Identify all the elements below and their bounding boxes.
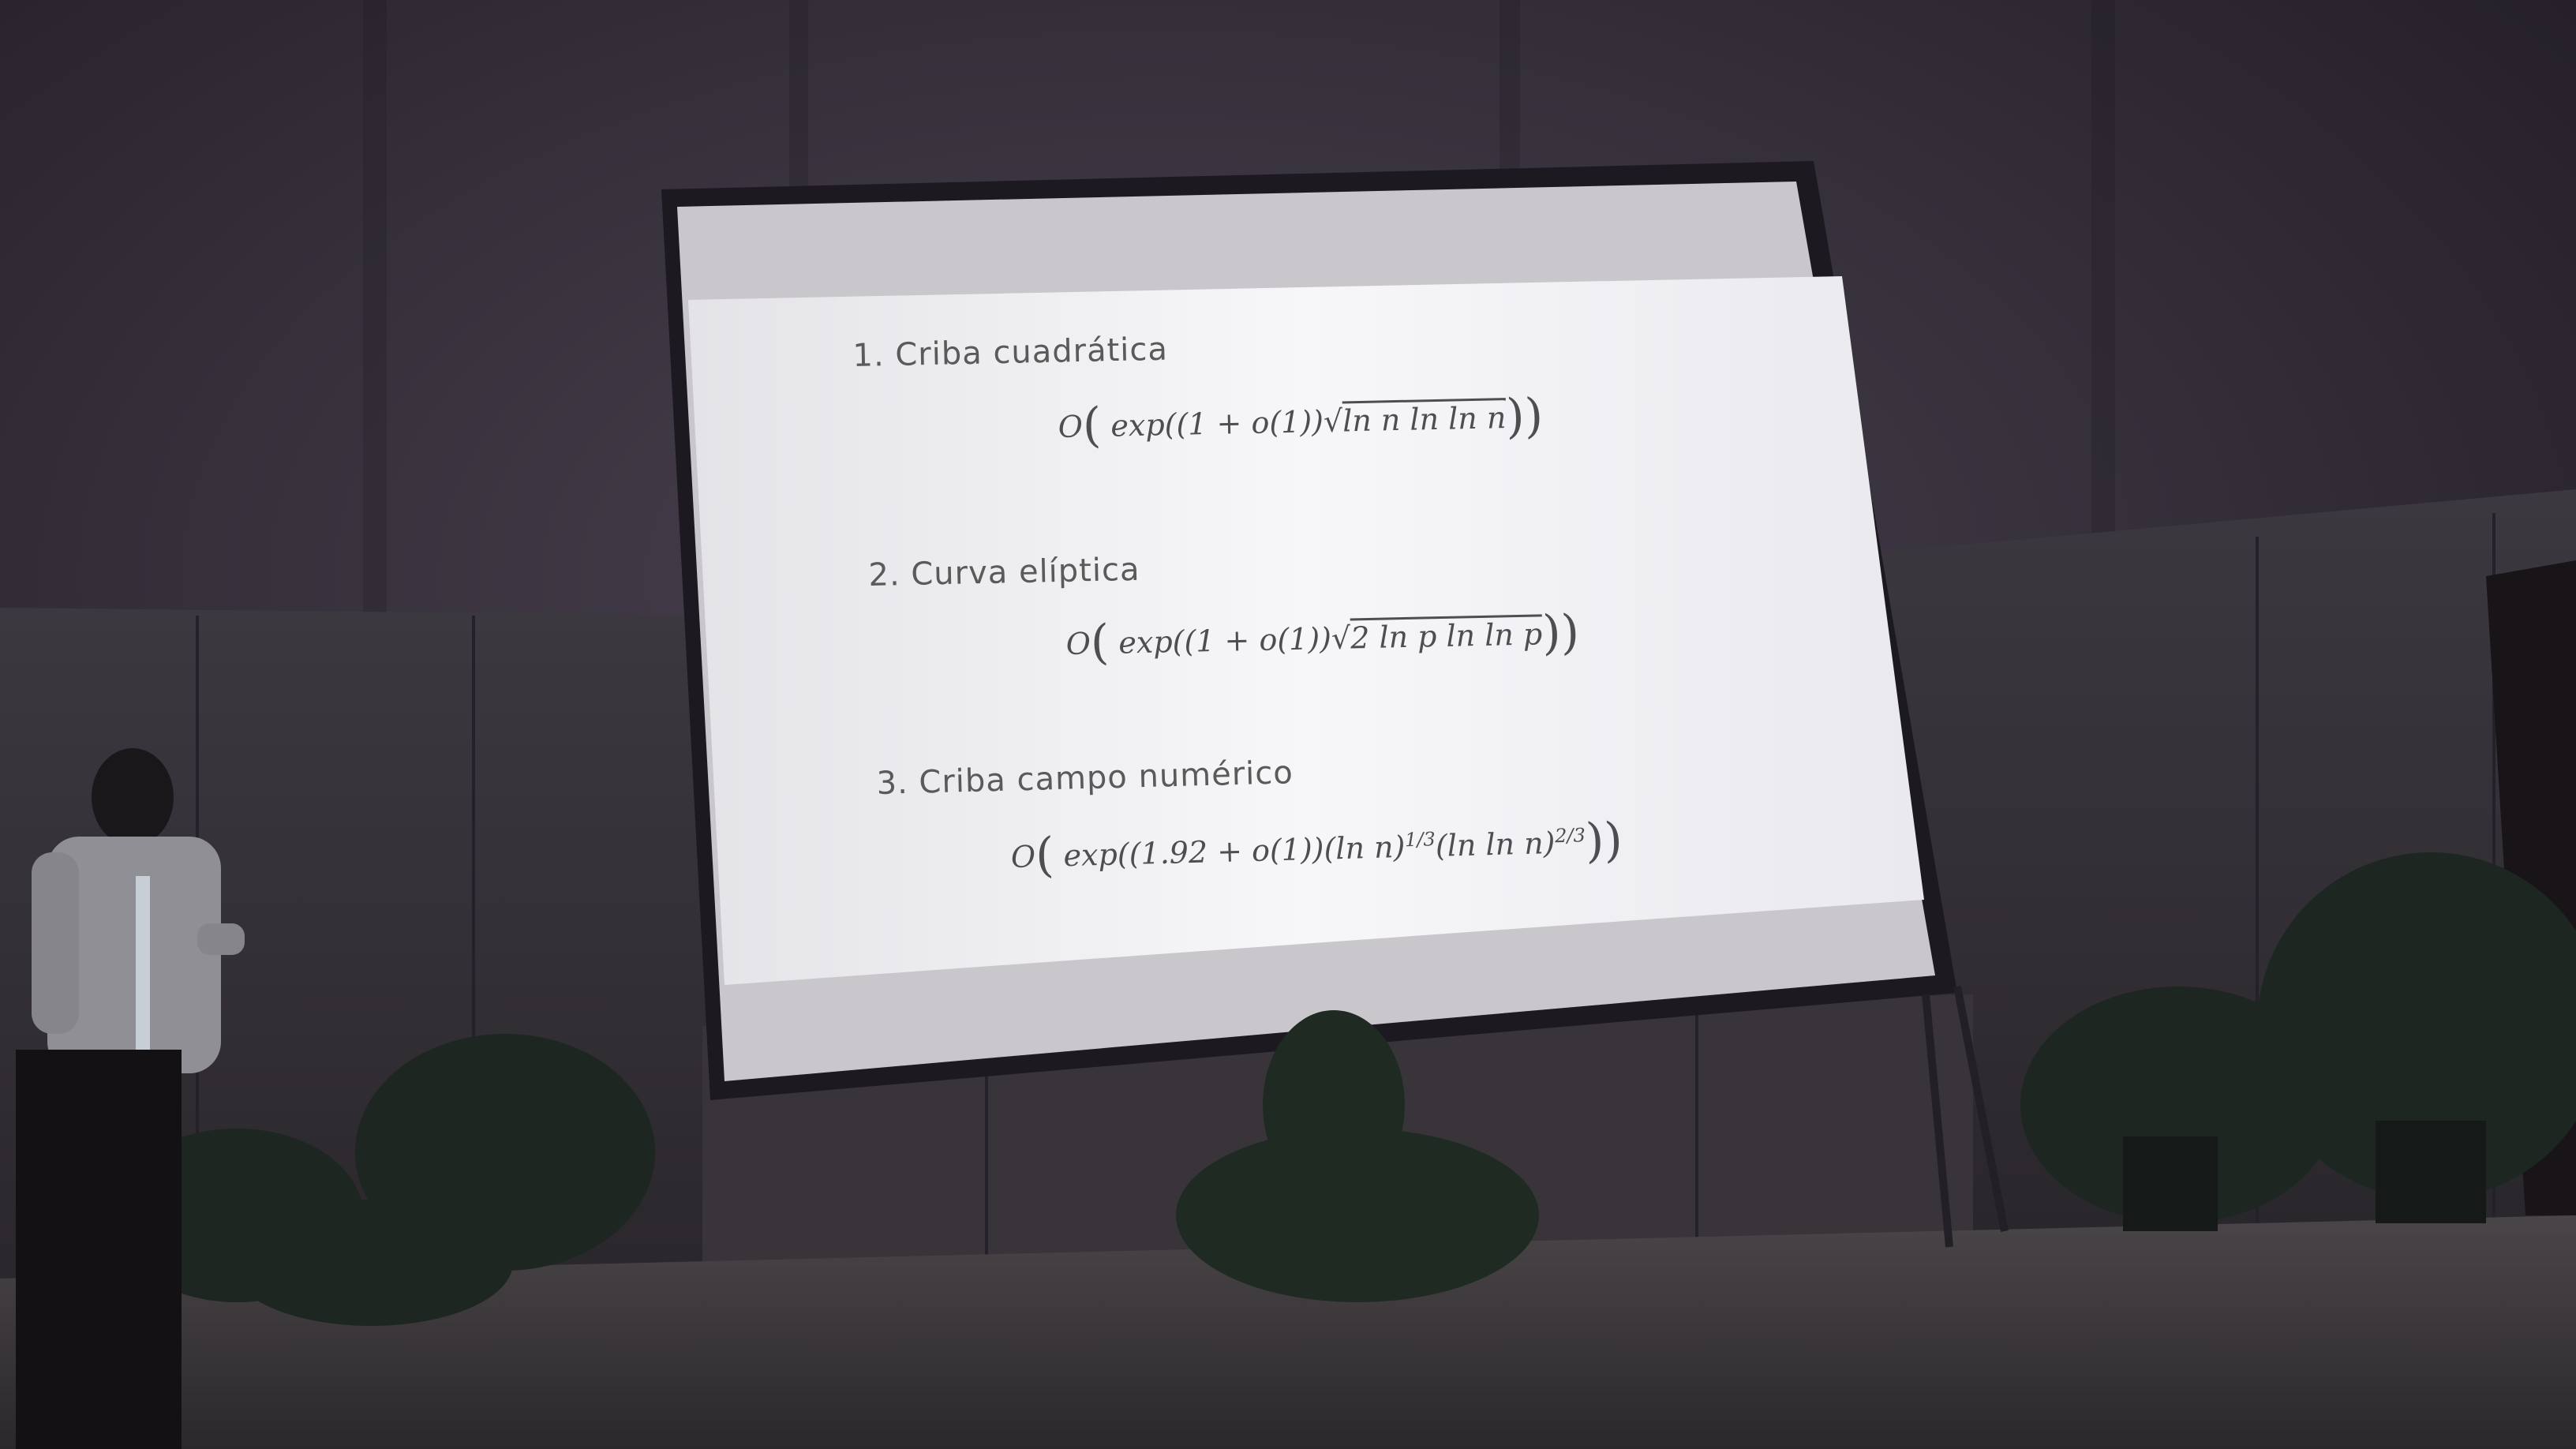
item-2-formula: O( exp((1 + o(1))√2 ln p ln ln p)) bbox=[1065, 605, 1580, 671]
item-1-formula: O( exp((1 + o(1))√ln n ln ln n)) bbox=[1058, 388, 1544, 454]
open-paren: ( bbox=[1090, 614, 1110, 671]
radical-sign: √ bbox=[1323, 403, 1343, 439]
item-1-formula-prefix: O bbox=[1058, 409, 1084, 444]
open-paren: ( bbox=[1082, 397, 1103, 454]
item-2-formula-body: exp((1 + o(1)) bbox=[1118, 620, 1332, 661]
item-2-formula-radicand: 2 ln p ln ln p bbox=[1350, 616, 1543, 656]
item-3-exponent-2: 2/3 bbox=[1554, 824, 1586, 848]
item-2-formula-suffix: )) bbox=[1541, 605, 1580, 661]
item-3-formula-body: exp((1.92 + o(1))(ln n) bbox=[1063, 829, 1406, 874]
auditorium-photo bbox=[0, 0, 2576, 1449]
item-2-formula-prefix: O bbox=[1065, 626, 1091, 661]
item-3-formula-suffix: )) bbox=[1585, 812, 1623, 869]
item-1-title: 1. Criba cuadrática bbox=[852, 331, 1169, 374]
item-3-exponent-1: 1/3 bbox=[1404, 828, 1436, 852]
item-3-formula-mid: (ln ln n) bbox=[1435, 825, 1556, 863]
item-2-title: 2. Curva elíptica bbox=[868, 551, 1140, 593]
item-3-formula-prefix: O bbox=[1010, 839, 1036, 874]
open-paren: ( bbox=[1035, 827, 1055, 884]
radical-sign: √ bbox=[1331, 620, 1351, 656]
item-1-formula-suffix: )) bbox=[1505, 388, 1544, 445]
item-1-formula-radicand: ln n ln ln n bbox=[1342, 400, 1507, 439]
item-1-formula-body: exp((1 + o(1)) bbox=[1110, 403, 1324, 444]
